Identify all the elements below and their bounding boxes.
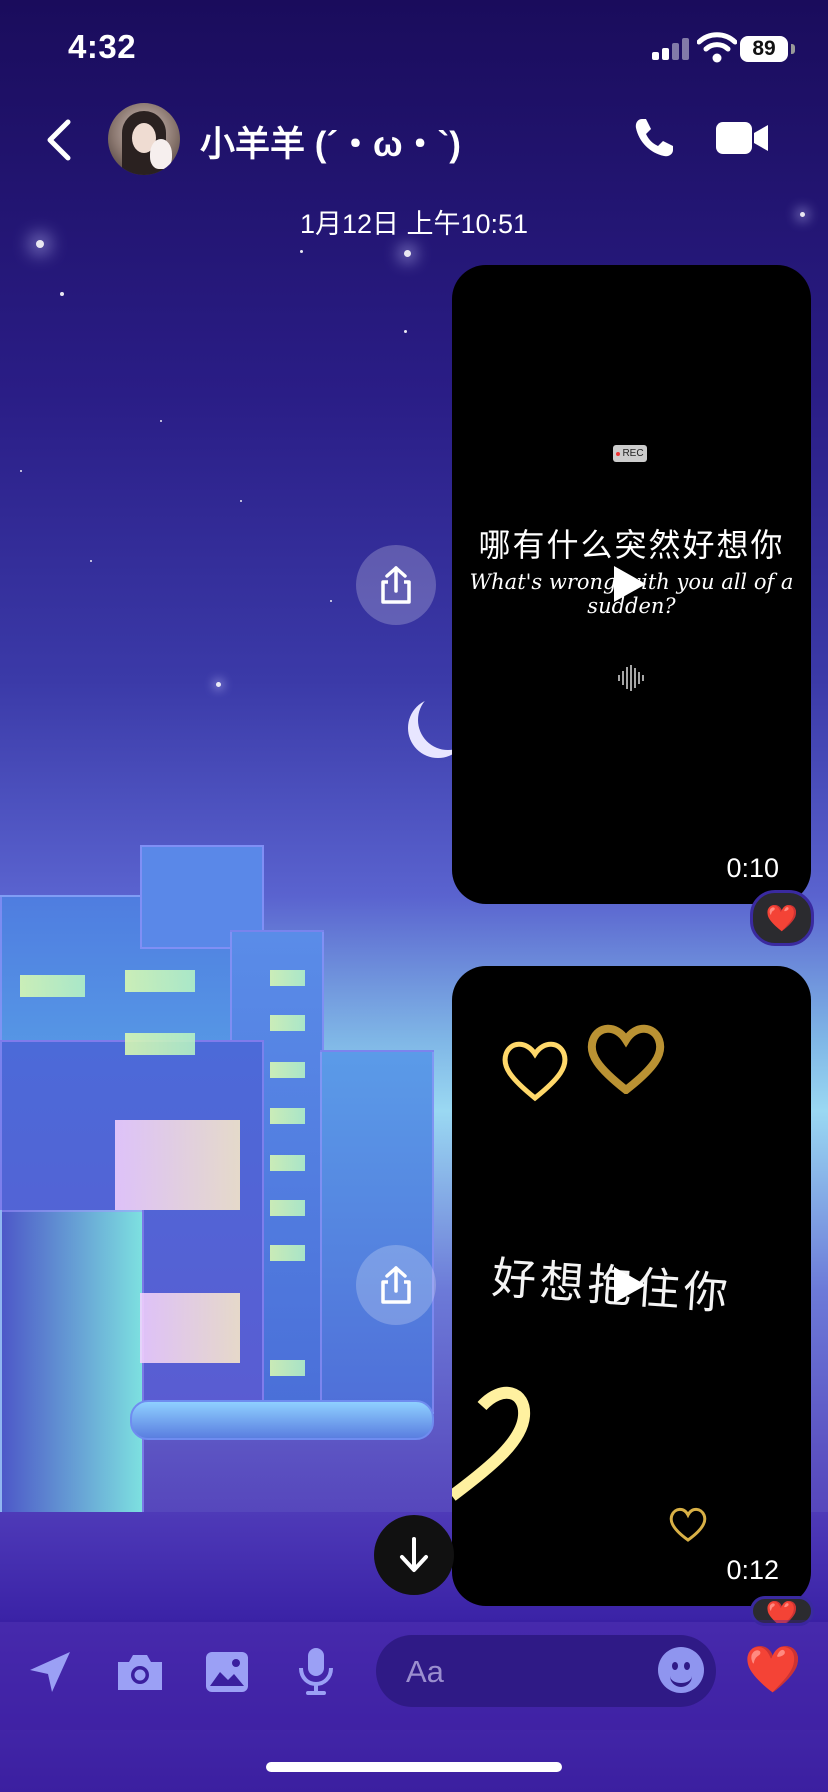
audio-wave-icon [618, 665, 644, 691]
video-camera-icon[interactable] [714, 120, 770, 156]
avatar[interactable] [108, 103, 180, 175]
rec-badge: REC [613, 445, 647, 462]
chat-header: 小羊羊 (´・ω・`) [0, 100, 828, 180]
phone-icon[interactable] [632, 116, 676, 160]
camera-icon[interactable] [114, 1650, 166, 1694]
video-caption-cn: 哪有什么突然好想你 [478, 526, 785, 564]
arrow-down-icon [400, 1537, 428, 1572]
video-message-2[interactable]: 好想抱住你 0:12 [452, 966, 811, 1606]
message-input[interactable]: Aa [376, 1635, 716, 1707]
share-button[interactable] [356, 1245, 436, 1325]
contact-name[interactable]: 小羊羊 (´・ω・`) [200, 116, 461, 167]
video-caption-cn: 好想抱住你 [490, 1252, 734, 1321]
status-bar: 4:32 89 [0, 0, 828, 100]
play-icon[interactable] [614, 566, 646, 602]
reaction-badge[interactable]: ❤️ [750, 890, 814, 946]
image-icon[interactable] [204, 1650, 250, 1694]
send-location-icon[interactable] [26, 1648, 74, 1696]
share-button[interactable] [356, 545, 436, 625]
share-icon [381, 566, 411, 604]
wifi-icon [697, 32, 737, 63]
play-icon[interactable] [614, 1267, 646, 1303]
video-duration: 0:10 [726, 853, 779, 883]
heart-icon[interactable]: ❤️ [744, 1642, 801, 1697]
heart-decoration-icon [669, 1507, 707, 1542]
emoji-icon[interactable] [658, 1647, 704, 1693]
battery-tip [791, 44, 795, 54]
heart-decoration-icon [452, 1386, 531, 1501]
scroll-to-bottom-button[interactable] [374, 1515, 454, 1595]
message-input-placeholder: Aa [406, 1654, 444, 1689]
status-time: 4:32 [68, 28, 137, 65]
message-timestamp: 1月12日 上午10:51 [299, 209, 529, 239]
share-icon [381, 1266, 411, 1304]
video-message-1[interactable]: REC 哪有什么突然好想你 What's wrong with you all … [452, 265, 811, 904]
heart-decoration-icon [502, 1041, 568, 1102]
microphone-icon[interactable] [296, 1646, 336, 1696]
battery-indicator: 89 [740, 36, 788, 62]
video-duration: 0:12 [726, 1555, 779, 1585]
message-composer: Aa ❤️ [0, 1620, 828, 1730]
back-icon[interactable] [40, 118, 80, 162]
home-indicator [266, 1762, 562, 1772]
cellular-signal-icon [652, 36, 689, 60]
heart-decoration-icon [587, 1024, 665, 1094]
